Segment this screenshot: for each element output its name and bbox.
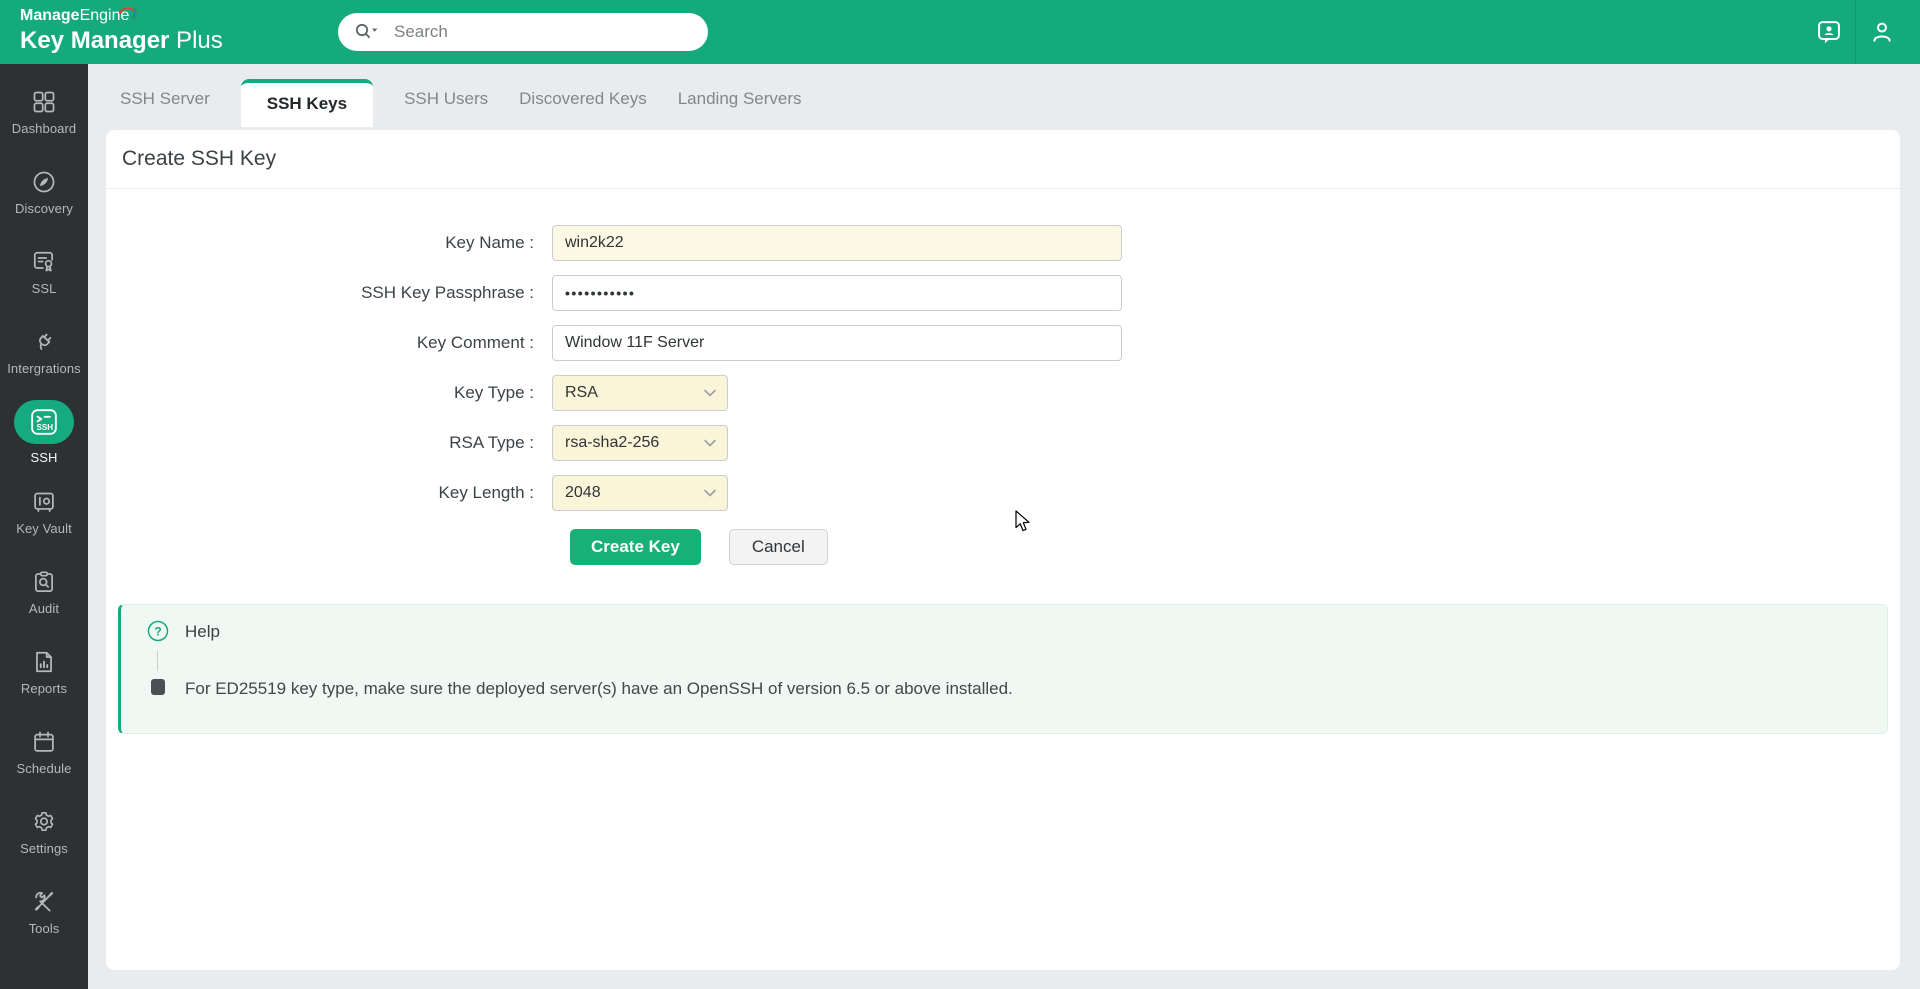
create-ssh-key-form: Key Name : SSH Key Passphrase : Key Comm… bbox=[106, 189, 1900, 565]
form-row-key-type: Key Type : RSA bbox=[106, 375, 1900, 411]
discovery-icon bbox=[33, 171, 55, 192]
ssh-tabbar: SSH Server SSH Keys SSH Users Discovered… bbox=[88, 64, 1920, 130]
main-content: SSH Server SSH Keys SSH Users Discovered… bbox=[88, 64, 1920, 989]
dashboard-icon bbox=[33, 91, 55, 112]
rsa-type-value: rsa-sha2-256 bbox=[565, 434, 660, 451]
sidebar-label: Dashboard bbox=[11, 120, 77, 136]
sidebar-label: SSL bbox=[31, 280, 57, 296]
tools-icon bbox=[35, 891, 54, 912]
sidebar-item-dashboard[interactable]: Dashboard bbox=[0, 72, 88, 152]
key-name-input[interactable] bbox=[552, 225, 1122, 261]
rsa-type-label: RSA Type : bbox=[449, 433, 534, 452]
ssl-certificate-icon bbox=[33, 251, 53, 272]
ssh-key-passphrase-label: SSH Key Passphrase : bbox=[361, 283, 534, 302]
sidebar-item-schedule[interactable]: Schedule bbox=[0, 712, 88, 792]
create-ssh-key-card: Create SSH Key Key Name : SSH Key Passph… bbox=[106, 130, 1900, 970]
chevron-down-icon bbox=[704, 489, 716, 497]
global-search[interactable] bbox=[338, 13, 708, 51]
main-sidebar: Dashboard Discovery SSL Intergrations SS… bbox=[0, 64, 88, 989]
form-row-key-length: Key Length : 2048 bbox=[106, 475, 1900, 511]
key-type-value: RSA bbox=[565, 384, 598, 401]
audit-clipboard-icon bbox=[35, 570, 53, 592]
user-account-button[interactable] bbox=[1856, 0, 1908, 64]
key-length-select[interactable]: 2048 bbox=[552, 475, 728, 511]
brand-manageengine: ManageEngine bbox=[20, 7, 223, 25]
key-type-label: Key Type : bbox=[453, 383, 534, 402]
search-input[interactable] bbox=[392, 21, 694, 43]
create-key-button[interactable]: Create Key bbox=[570, 529, 701, 565]
sidebar-label: Schedule bbox=[16, 760, 72, 776]
sidebar-label: Discovery bbox=[15, 200, 73, 216]
ssh-icon-text: SSH bbox=[36, 423, 53, 432]
manageengine-swoosh-icon bbox=[119, 7, 138, 20]
sidebar-label: Reports bbox=[20, 680, 68, 696]
tab-ssh-keys[interactable]: SSH Keys bbox=[240, 79, 374, 127]
chevron-down-icon bbox=[704, 439, 716, 447]
integrations-plug-icon bbox=[39, 333, 52, 350]
brand-plus-text: Plus bbox=[169, 27, 223, 55]
settings-gear-icon bbox=[34, 811, 54, 831]
tab-landing-servers[interactable]: Landing Servers bbox=[678, 89, 802, 130]
sidebar-label: Key Vault bbox=[16, 520, 72, 536]
svg-text:?: ? bbox=[154, 625, 161, 639]
tab-discovered-keys[interactable]: Discovered Keys bbox=[519, 89, 647, 130]
key-name-label: Key Name : bbox=[445, 233, 534, 252]
sidebar-label: SSH bbox=[30, 449, 58, 465]
sidebar-item-discovery[interactable]: Discovery bbox=[0, 152, 88, 232]
user-icon bbox=[1873, 22, 1891, 42]
reports-chart-icon bbox=[36, 651, 52, 672]
help-text: For ED25519 key type, make sure the depl… bbox=[185, 679, 1013, 698]
form-row-key-name: Key Name : bbox=[106, 225, 1900, 261]
schedule-calendar-icon bbox=[34, 731, 54, 752]
key-comment-label: Key Comment : bbox=[416, 333, 534, 352]
ssh-active-pill: SSH bbox=[14, 399, 74, 444]
sidebar-item-audit[interactable]: Audit bbox=[0, 552, 88, 632]
help-connector-line bbox=[157, 651, 158, 671]
key-type-select[interactable]: RSA bbox=[552, 375, 728, 411]
help-bullet bbox=[151, 679, 165, 695]
form-buttons: Create Key Cancel bbox=[106, 529, 1900, 565]
form-row-rsa-type: RSA Type : rsa-sha2-256 bbox=[106, 425, 1900, 461]
form-row-key-comment: Key Comment : bbox=[106, 325, 1900, 361]
feedback-bubble-icon bbox=[1818, 21, 1840, 44]
tab-ssh-users[interactable]: SSH Users bbox=[404, 89, 488, 130]
sidebar-item-tools[interactable]: Tools bbox=[0, 872, 88, 952]
help-panel: ? Help For ED25519 key type, make sure t… bbox=[118, 604, 1888, 734]
sidebar-item-key-vault[interactable]: Key Vault bbox=[0, 472, 88, 552]
brand-keymanager-text: Key Manager bbox=[20, 27, 170, 55]
sidebar-item-integrations[interactable]: Intergrations bbox=[0, 312, 88, 392]
sidebar-label: Audit bbox=[28, 600, 60, 616]
app-header: ManageEngine Key Manager Plus bbox=[0, 0, 1920, 64]
cancel-button[interactable]: Cancel bbox=[728, 529, 828, 565]
help-question-icon: ? bbox=[147, 620, 169, 642]
feedback-button[interactable] bbox=[1803, 0, 1855, 64]
sidebar-item-ssh[interactable]: SSH SSH bbox=[0, 392, 88, 472]
form-row-passphrase: SSH Key Passphrase : bbox=[106, 275, 1900, 311]
ssh-terminal-icon: SSH bbox=[31, 408, 57, 435]
key-comment-input[interactable] bbox=[552, 325, 1122, 361]
help-title: Help bbox=[185, 622, 220, 641]
page-title: Create SSH Key bbox=[106, 130, 1900, 189]
sidebar-item-settings[interactable]: Settings bbox=[0, 792, 88, 872]
tab-ssh-server[interactable]: SSH Server bbox=[120, 89, 210, 130]
key-vault-safe-icon bbox=[34, 492, 54, 512]
rsa-type-select[interactable]: rsa-sha2-256 bbox=[552, 425, 728, 461]
sidebar-item-reports[interactable]: Reports bbox=[0, 632, 88, 712]
chevron-down-icon bbox=[704, 389, 716, 397]
key-length-label: Key Length : bbox=[438, 483, 534, 502]
sidebar-label: Intergrations bbox=[7, 360, 81, 376]
key-length-value: 2048 bbox=[565, 484, 601, 501]
sidebar-label: Settings bbox=[20, 840, 68, 856]
brand-manage-text: Manage bbox=[20, 7, 80, 24]
brand-product-name: Key Manager Plus bbox=[20, 27, 223, 55]
sidebar-label: Tools bbox=[28, 920, 60, 936]
brand-logo: ManageEngine Key Manager Plus bbox=[20, 7, 223, 55]
sidebar-item-ssl[interactable]: SSL bbox=[0, 232, 88, 312]
ssh-key-passphrase-input[interactable] bbox=[552, 275, 1122, 311]
search-icon[interactable] bbox=[353, 21, 379, 43]
